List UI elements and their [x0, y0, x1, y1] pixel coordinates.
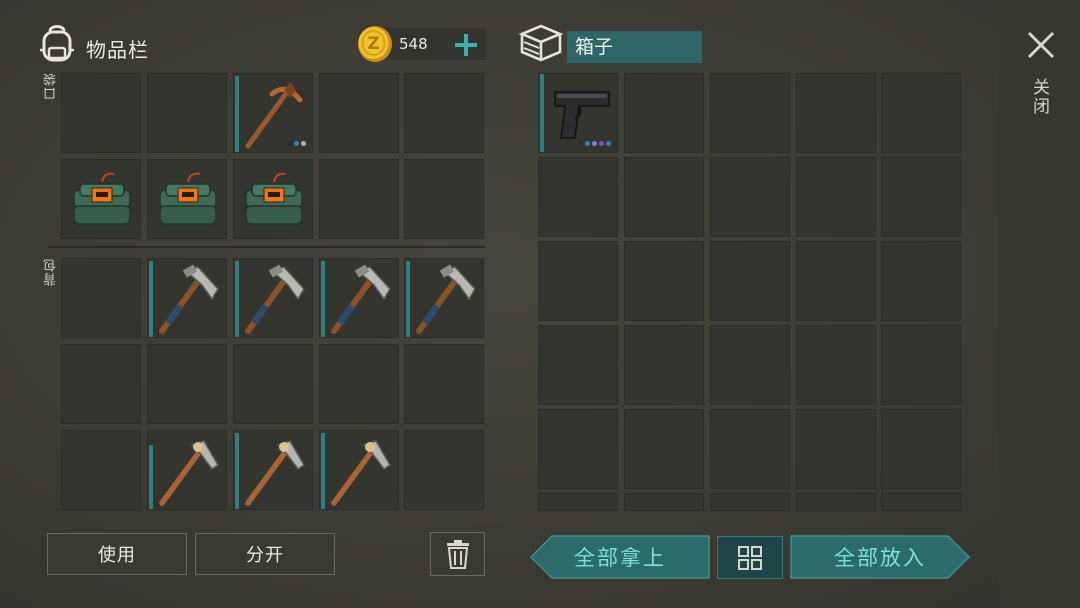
use-button[interactable]: 使用	[47, 533, 187, 575]
c4-explosive-icon	[73, 172, 131, 225]
box-slot[interactable]	[881, 409, 961, 489]
close-label[interactable]: 关闭	[1029, 78, 1052, 116]
box-slot[interactable]	[538, 241, 618, 321]
hammer-axe-icon	[245, 264, 305, 334]
backpack-slot[interactable]	[319, 344, 399, 424]
backpack-slot[interactable]	[404, 258, 484, 338]
section-divider	[48, 246, 485, 248]
box-slot[interactable]	[538, 409, 618, 489]
stone-pickaxe-icon	[331, 440, 392, 506]
box-slot[interactable]	[624, 73, 704, 153]
hammer-axe-icon	[416, 264, 476, 334]
box-slot[interactable]	[538, 73, 618, 153]
box-slot[interactable]	[881, 493, 961, 511]
rarity-dots	[578, 141, 611, 146]
coin-icon: Z	[356, 25, 394, 63]
box-slot[interactable]	[796, 241, 876, 321]
backpack-slot[interactable]	[61, 258, 141, 338]
box-slot[interactable]	[881, 241, 961, 321]
backpack-slot[interactable]	[319, 430, 399, 510]
pocket-slot[interactable]	[233, 73, 313, 153]
box-slot[interactable]	[710, 241, 790, 321]
backpack-slot[interactable]	[233, 258, 313, 338]
box-slot[interactable]	[624, 409, 704, 489]
box-slot[interactable]	[624, 157, 704, 237]
c4-explosive-icon	[245, 172, 303, 225]
pocket-slot[interactable]	[147, 159, 227, 239]
box-slot[interactable]	[881, 73, 961, 153]
close-icon	[1027, 31, 1055, 59]
box-slot[interactable]	[710, 157, 790, 237]
box-slot[interactable]	[538, 157, 618, 237]
take-all-label: 全部拿上	[574, 546, 666, 570]
box-title: 箱子	[567, 31, 702, 63]
backpack-slot[interactable]	[61, 430, 141, 510]
pocket-slot[interactable]	[319, 159, 399, 239]
backpack-slot[interactable]	[147, 258, 227, 338]
backpack-icon	[38, 22, 76, 64]
box-slot[interactable]	[624, 493, 704, 511]
plus-icon	[455, 34, 477, 56]
backpack-label: 背包	[44, 258, 59, 286]
backpack-slot[interactable]	[61, 344, 141, 424]
backpack-slot[interactable]	[233, 344, 313, 424]
take-all-button[interactable]: 全部拿上	[530, 535, 710, 579]
inventory-title: 物品栏	[86, 38, 149, 62]
box-slot[interactable]	[881, 325, 961, 405]
backpack-slot[interactable]	[404, 344, 484, 424]
pocket-label: 口袋	[44, 72, 59, 100]
box-slot[interactable]	[796, 73, 876, 153]
rarity-dots	[287, 141, 306, 146]
stone-pickaxe-icon	[159, 440, 220, 506]
box-slot[interactable]	[538, 493, 618, 511]
box-slot[interactable]	[796, 409, 876, 489]
box-slot[interactable]	[710, 73, 790, 153]
pocket-slot[interactable]	[404, 73, 484, 153]
add-coins-button[interactable]	[448, 28, 484, 62]
box-slot[interactable]	[710, 325, 790, 405]
pocket-slot[interactable]	[233, 159, 313, 239]
stone-pickaxe-icon	[245, 440, 306, 506]
close-button[interactable]	[1024, 28, 1058, 62]
box-slot[interactable]	[796, 493, 876, 511]
c4-explosive-icon	[159, 172, 217, 225]
backpack-slot[interactable]	[404, 430, 484, 510]
box-slot[interactable]	[710, 493, 790, 511]
grid-icon	[738, 545, 762, 570]
pocket-slot[interactable]	[147, 73, 227, 153]
svg-text:Z: Z	[367, 34, 379, 54]
trash-icon	[446, 540, 469, 569]
put-all-label: 全部放入	[834, 546, 926, 570]
box-icon	[518, 22, 564, 64]
box-slot[interactable]	[881, 157, 961, 237]
hammer-axe-icon	[159, 264, 219, 334]
hammer-axe-icon	[331, 264, 391, 334]
backpack-slot[interactable]	[147, 344, 227, 424]
backpack-slot[interactable]	[147, 430, 227, 510]
box-slot[interactable]	[796, 157, 876, 237]
box-slot[interactable]	[624, 325, 704, 405]
box-slot[interactable]	[624, 241, 704, 321]
box-slot[interactable]	[796, 325, 876, 405]
sort-grid-button[interactable]	[717, 536, 783, 579]
pocket-slot[interactable]	[319, 73, 399, 153]
pocket-slot[interactable]	[404, 159, 484, 239]
backpack-slot[interactable]	[319, 258, 399, 338]
box-slot[interactable]	[710, 409, 790, 489]
trash-button[interactable]	[430, 532, 485, 576]
split-button[interactable]: 分开	[195, 533, 335, 575]
pocket-slot[interactable]	[61, 73, 141, 153]
box-slot[interactable]	[538, 325, 618, 405]
put-all-button[interactable]: 全部放入	[790, 535, 970, 579]
pocket-slot[interactable]	[61, 159, 141, 239]
backpack-slot[interactable]	[233, 430, 313, 510]
coin-amount: 548	[399, 35, 428, 53]
